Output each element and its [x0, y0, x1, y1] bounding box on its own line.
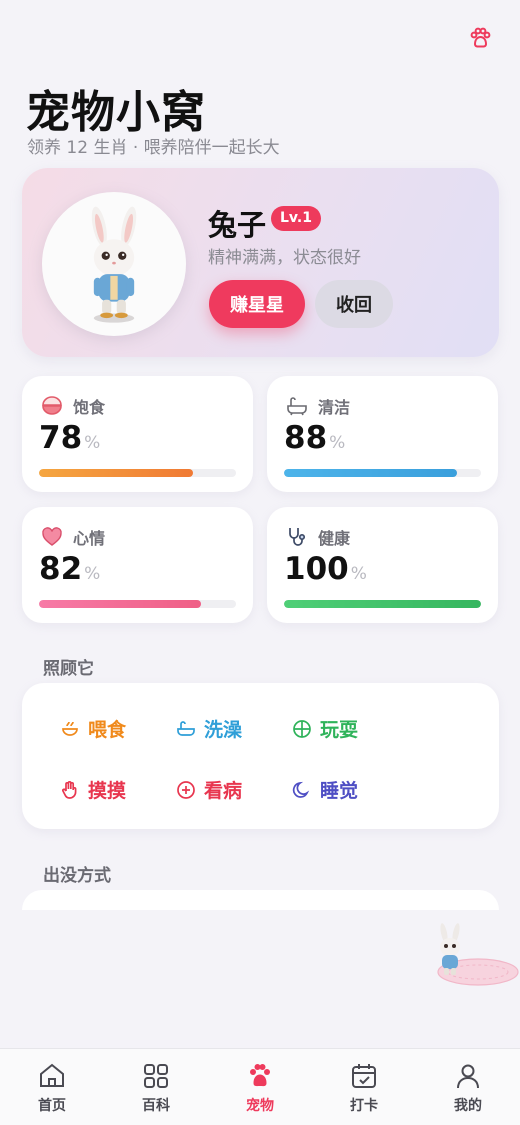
- medical-cross-icon: [177, 780, 195, 799]
- stat-card-cleanliness: 清洁 88%: [267, 376, 498, 492]
- heart-icon: [40, 525, 64, 549]
- pet-touch-button[interactable]: 摸摸: [60, 776, 126, 803]
- progress-bar: [39, 469, 236, 477]
- moon-icon: [292, 781, 310, 798]
- tab-home[interactable]: 首页: [17, 1061, 87, 1115]
- tab-bar: 首页 百科 宠物 打卡 我的: [0, 1048, 520, 1125]
- progress-bar: [284, 600, 481, 608]
- feed-button[interactable]: 喂食: [60, 715, 126, 742]
- pet-name: 兔子: [208, 208, 267, 242]
- calendar-check-icon: [352, 1064, 376, 1088]
- paw-icon: [250, 1064, 270, 1087]
- stat-label: 饱食: [73, 398, 106, 417]
- see-doctor-button[interactable]: 看病: [176, 776, 242, 803]
- stat-card-health: 健康 100%: [267, 507, 498, 623]
- rabbit-illustration: [91, 206, 137, 323]
- progress-bar: [39, 600, 236, 608]
- hand-icon: [62, 780, 77, 799]
- grid-icon: [144, 1064, 168, 1088]
- bowl-icon: [62, 721, 78, 736]
- level-badge: Lv.1: [271, 206, 321, 231]
- stat-card-satiety: 饱食 78%: [22, 376, 253, 492]
- paw-icon[interactable]: [468, 26, 492, 50]
- bath-icon: [177, 720, 195, 736]
- sleep-button[interactable]: 睡觉: [292, 776, 358, 803]
- pet-card: 兔子 Lv.1 精神满满，状态很好 赚星星 收回: [22, 168, 499, 357]
- stat-card-mood: 心情 82%: [22, 507, 253, 623]
- play-button[interactable]: 玩耍: [292, 715, 358, 742]
- user-icon: [457, 1064, 479, 1089]
- section-title-care: 照顾它: [43, 659, 94, 679]
- pet-avatar[interactable]: [42, 192, 186, 336]
- floating-pet[interactable]: [420, 915, 520, 995]
- stat-label: 心情: [73, 529, 106, 548]
- page-subtitle: 领养 12 生肖 · 喂养陪伴一起长大: [27, 138, 280, 158]
- page-title: 宠物小窝: [26, 87, 206, 138]
- stat-value: 88%: [284, 420, 346, 456]
- pet-status: 精神满满，状态很好: [208, 248, 361, 268]
- stethoscope-icon: [285, 525, 309, 549]
- rice-bowl-icon: [40, 394, 64, 418]
- appearance-card: [22, 890, 499, 910]
- recall-button[interactable]: 收回: [315, 280, 393, 328]
- ball-icon: [293, 719, 311, 738]
- tab-encyclopedia[interactable]: 百科: [121, 1061, 191, 1115]
- tab-pet[interactable]: 宠物: [225, 1061, 295, 1115]
- stat-value: 82%: [39, 551, 101, 587]
- home-icon: [40, 1063, 64, 1087]
- stat-value: 78%: [39, 420, 101, 456]
- stat-label: 清洁: [318, 398, 351, 417]
- care-card: 喂食 洗澡 玩耍 摸摸 看病 睡觉: [22, 683, 499, 829]
- tab-me[interactable]: 我的: [433, 1061, 503, 1115]
- progress-bar: [284, 469, 481, 477]
- section-title-appearance: 出没方式: [43, 866, 111, 886]
- earn-stars-button[interactable]: 赚星星: [209, 280, 305, 328]
- stat-label: 健康: [318, 529, 351, 548]
- bath-button[interactable]: 洗澡: [176, 715, 242, 742]
- stat-value: 100%: [284, 551, 367, 587]
- bathtub-icon: [285, 394, 309, 418]
- tab-checkin[interactable]: 打卡: [329, 1061, 399, 1115]
